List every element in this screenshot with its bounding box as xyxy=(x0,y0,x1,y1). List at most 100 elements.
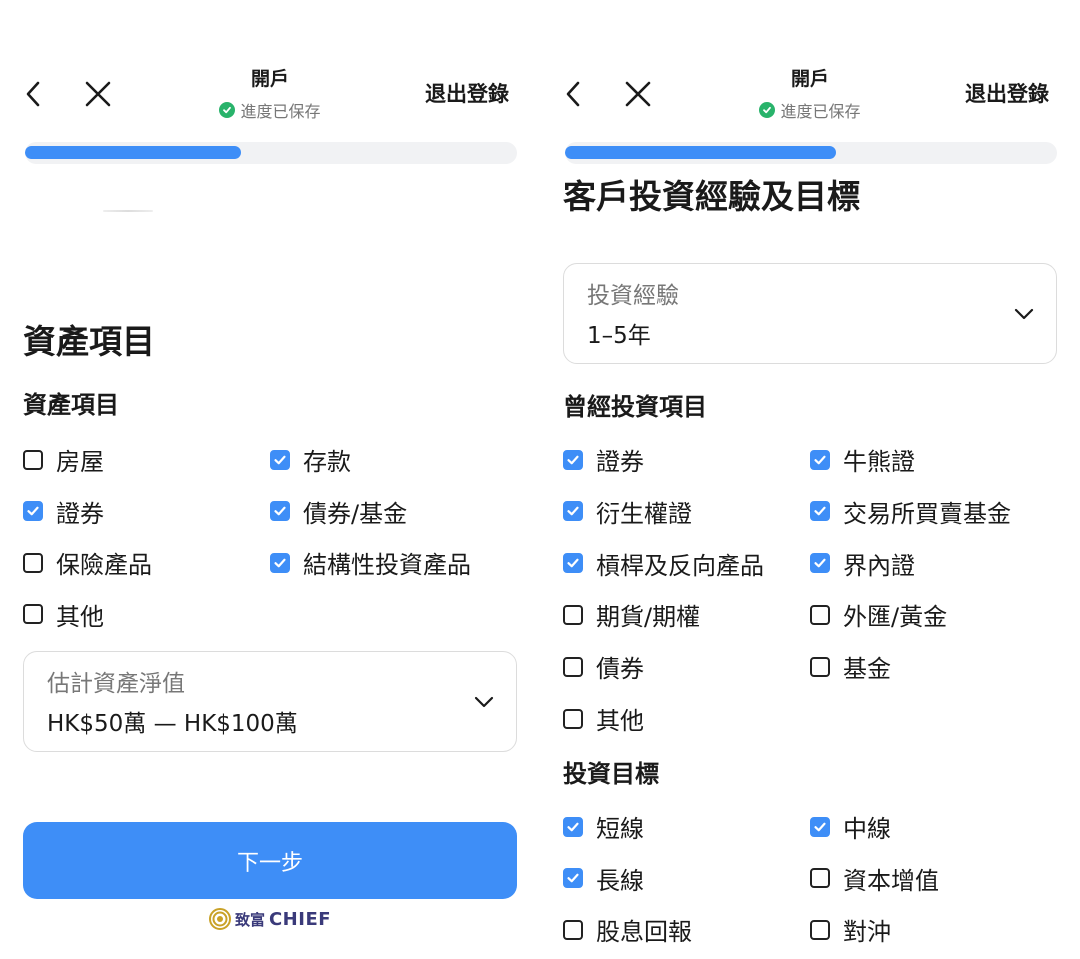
checkbox-checked-icon[interactable] xyxy=(563,553,583,574)
checkbox-label: 界內證 xyxy=(843,551,915,580)
checkbox-unchecked-icon[interactable] xyxy=(563,919,583,940)
checkbox-item[interactable]: 證券 xyxy=(23,494,104,529)
checkbox-item[interactable]: 其他 xyxy=(563,701,644,736)
checkbox-label: 證券 xyxy=(596,448,644,476)
net-worth-select[interactable]: 估計資產淨值 HK$50萬 — HK$100萬 xyxy=(23,651,517,752)
checkbox-checked-icon[interactable] xyxy=(810,553,830,574)
checkbox-label: 衍生權證 xyxy=(596,499,692,528)
progress-fill xyxy=(25,146,242,159)
checkbox-item[interactable]: 牛熊證 xyxy=(810,442,915,477)
checkbox-unchecked-icon[interactable] xyxy=(563,708,583,729)
logout-button[interactable]: 退出登錄 xyxy=(425,78,509,108)
checkbox-unchecked-icon[interactable] xyxy=(810,604,830,625)
checkbox-item[interactable]: 中線 xyxy=(810,809,891,844)
checkbox-checked-icon[interactable] xyxy=(23,501,43,521)
section-title-goals: 投資目標 xyxy=(563,760,659,788)
header-title: 開戶 xyxy=(250,68,289,90)
checkbox-unchecked-icon[interactable] xyxy=(23,552,43,573)
checkbox-checked-icon[interactable] xyxy=(563,868,583,888)
checkbox-item[interactable]: 界內證 xyxy=(810,546,915,581)
left-screen: 開戶 進度已保存 退出登錄 資產項目 資產項目 房屋 存款證券 債券/基金保險產品 結… xyxy=(0,0,540,959)
chief-logo-icon xyxy=(208,908,231,930)
back-chevron-icon[interactable] xyxy=(562,79,586,109)
checkbox-label: 房屋 xyxy=(56,448,104,476)
page-title: 資產項目 xyxy=(23,322,155,361)
experience-label: 投資經驗 xyxy=(587,283,679,309)
checkbox-unchecked-icon[interactable] xyxy=(810,656,830,677)
checkbox-item[interactable]: 短線 xyxy=(563,809,644,844)
header-title: 開戶 xyxy=(790,68,829,90)
checkbox-checked-icon[interactable] xyxy=(810,816,830,837)
section-title-assets: 資產項目 xyxy=(23,391,119,419)
checkbox-label: 證券 xyxy=(56,499,104,528)
page-title: 客戶投資經驗及目標 xyxy=(563,177,860,216)
checkbox-label: 交易所買賣基金 xyxy=(843,499,1011,528)
checkbox-item[interactable]: 外匯/黃金 xyxy=(810,597,947,632)
checkbox-item[interactable]: 對沖 xyxy=(810,912,891,947)
checkbox-checked-icon[interactable] xyxy=(810,501,830,522)
checkbox-label: 長線 xyxy=(596,866,644,895)
checkbox-item[interactable]: 衍生權證 xyxy=(563,494,692,529)
checkbox-unchecked-icon[interactable] xyxy=(810,868,830,888)
checkbox-item[interactable]: 基金 xyxy=(810,649,891,684)
checkbox-label: 中線 xyxy=(843,815,891,843)
checkbox-item[interactable]: 長線 xyxy=(563,861,644,896)
chevron-down-icon xyxy=(1014,306,1034,320)
back-chevron-icon[interactable] xyxy=(22,79,46,109)
checkbox-checked-icon[interactable] xyxy=(270,449,290,470)
experience-select[interactable]: 投資經驗 1–5年 xyxy=(563,263,1057,364)
logout-button[interactable]: 退出登錄 xyxy=(965,78,1049,108)
decorative-divider xyxy=(103,210,153,212)
progress-fill xyxy=(565,146,836,159)
checkbox-unchecked-icon[interactable] xyxy=(563,656,583,677)
next-step-button[interactable]: 下一步 xyxy=(23,822,517,899)
checkbox-label: 外匯/黃金 xyxy=(843,603,948,632)
checkbox-item[interactable]: 交易所買賣基金 xyxy=(810,494,1011,529)
checkbox-label: 資本增值 xyxy=(843,866,939,895)
checkbox-item[interactable]: 結構性投資產品 xyxy=(270,545,471,580)
checkbox-label: 其他 xyxy=(596,707,644,735)
checkbox-label: 保險產品 xyxy=(56,551,152,579)
net-worth-value: HK$50萬 — HK$100萬 xyxy=(47,711,298,737)
checkbox-item[interactable]: 其他 xyxy=(23,597,104,632)
checkbox-unchecked-icon[interactable] xyxy=(563,604,583,625)
save-status-text: 進度已保存 xyxy=(780,102,861,121)
checkbox-item[interactable]: 槓桿及反向產品 xyxy=(563,546,764,581)
checkbox-item[interactable]: 股息回報 xyxy=(563,912,692,947)
checkbox-unchecked-icon[interactable] xyxy=(23,604,43,624)
save-status: 進度已保存 xyxy=(710,98,910,122)
progress-bar xyxy=(565,142,1057,164)
checkbox-label: 期貨/期權 xyxy=(596,603,701,632)
save-status: 進度已保存 xyxy=(170,98,370,122)
save-status-text: 進度已保存 xyxy=(240,102,321,121)
close-icon[interactable] xyxy=(623,79,653,109)
section-title-past-investments: 曾經投資項目 xyxy=(563,393,707,421)
checkbox-checked-icon[interactable] xyxy=(810,449,830,470)
checkbox-checked-icon[interactable] xyxy=(563,501,583,522)
checkbox-item[interactable]: 房屋 xyxy=(23,442,104,477)
checkbox-item[interactable]: 債券/基金 xyxy=(270,494,407,529)
experience-value: 1–5年 xyxy=(587,323,651,349)
net-worth-label: 估計資產淨值 xyxy=(47,671,185,697)
checkbox-item[interactable]: 期貨/期權 xyxy=(563,597,700,632)
checkbox-item[interactable]: 存款 xyxy=(270,442,351,477)
brand-name-cn: 致富 xyxy=(234,910,265,929)
checkbox-item[interactable]: 資本增值 xyxy=(810,861,939,896)
checkbox-checked-icon[interactable] xyxy=(563,449,583,470)
checkbox-label: 結構性投資產品 xyxy=(303,551,471,579)
check-circle-icon xyxy=(759,102,776,118)
check-circle-icon xyxy=(219,102,236,118)
checkbox-item[interactable]: 證券 xyxy=(563,442,644,477)
checkbox-label: 其他 xyxy=(56,602,104,631)
checkbox-item[interactable]: 債券 xyxy=(563,649,644,684)
checkbox-checked-icon[interactable] xyxy=(270,552,290,573)
checkbox-label: 股息回報 xyxy=(596,918,692,946)
checkbox-checked-icon[interactable] xyxy=(270,501,290,521)
close-icon[interactable] xyxy=(83,79,113,109)
checkbox-label: 短線 xyxy=(596,815,644,843)
checkbox-label: 基金 xyxy=(843,655,891,684)
checkbox-unchecked-icon[interactable] xyxy=(810,919,830,940)
checkbox-unchecked-icon[interactable] xyxy=(23,449,43,470)
checkbox-item[interactable]: 保險產品 xyxy=(23,545,152,580)
checkbox-checked-icon[interactable] xyxy=(563,816,583,837)
